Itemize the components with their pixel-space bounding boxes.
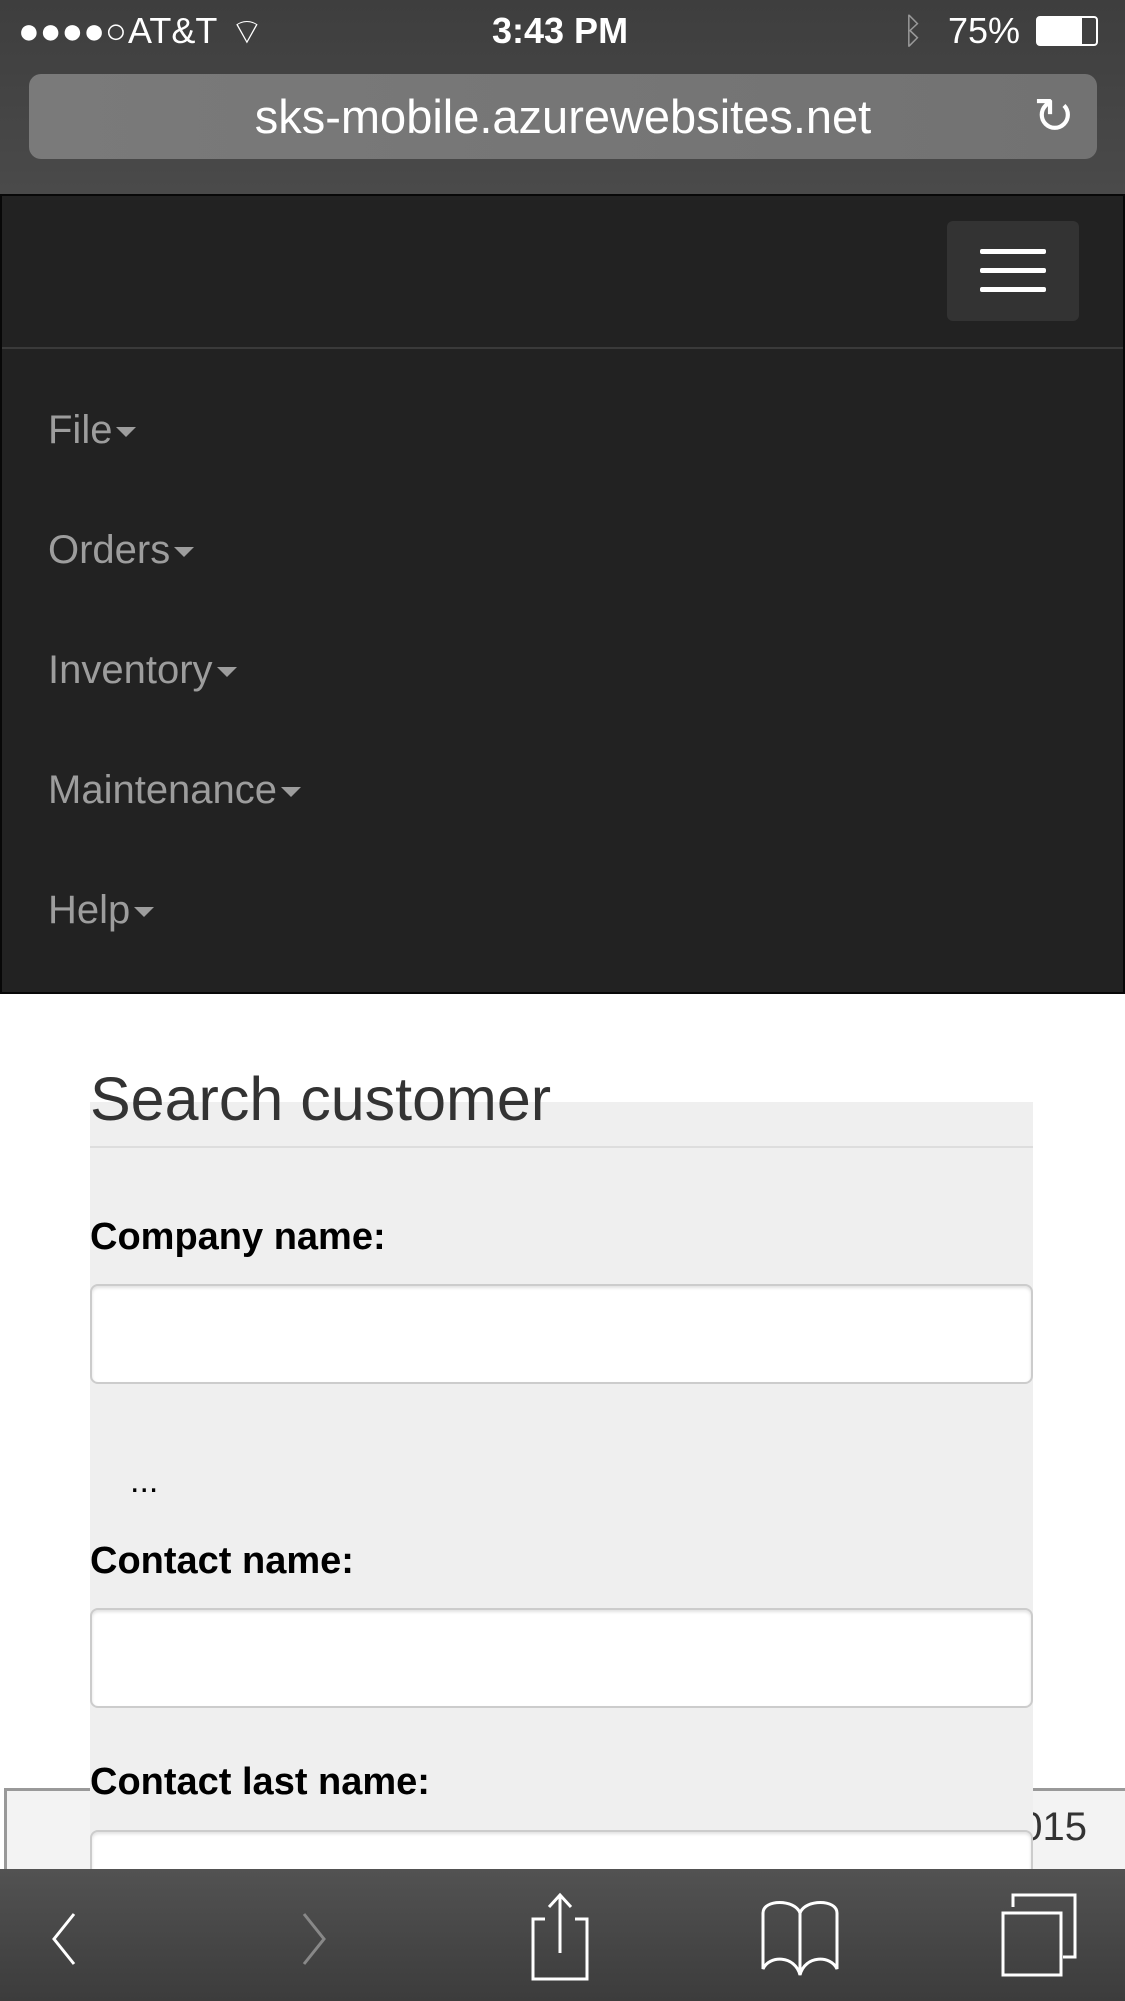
back-icon[interactable]	[40, 1909, 90, 1969]
address-bar[interactable]: sks-mobile.azurewebsites.net ↻	[29, 74, 1097, 159]
contact-name-label: Contact name:	[90, 1540, 354, 1582]
navbar-divider	[2, 347, 1123, 349]
menu-item-help[interactable]: Help	[48, 888, 155, 933]
caret-down-icon	[216, 667, 237, 678]
signal-icon: ●●●●○	[18, 10, 127, 51]
menu-item-orders[interactable]: Orders	[48, 528, 195, 573]
bookmarks-icon[interactable]	[755, 1899, 845, 1979]
share-icon[interactable]	[525, 1891, 595, 1981]
menu-label: Inventory	[48, 648, 213, 692]
title-divider	[90, 1146, 1033, 1148]
page-title: Search customer	[90, 1065, 552, 1133]
menu-item-inventory[interactable]: Inventory	[48, 648, 237, 693]
forward-icon[interactable]	[290, 1909, 340, 1969]
bluetooth-icon: ᛒ	[902, 10, 924, 51]
caret-down-icon	[281, 787, 302, 798]
browser-chrome: ●●●●○ AT&T ⌔ 3:43 PM ᛒ 75% sks-mobile.az…	[0, 0, 1125, 194]
contact-name-input[interactable]	[90, 1608, 1033, 1708]
menu-label: Maintenance	[48, 768, 278, 812]
menu-item-maintenance[interactable]: Maintenance	[48, 768, 302, 813]
menu-label: Orders	[48, 528, 171, 572]
contact-last-name-label: Contact last name:	[90, 1761, 430, 1803]
carrier: AT&T	[128, 10, 218, 51]
navbar: File Orders Inventory Maintenance Help	[0, 194, 1125, 994]
battery-icon	[1036, 16, 1098, 46]
caret-down-icon	[134, 907, 155, 918]
menu-label: File	[48, 408, 113, 452]
wifi-icon: ⌔	[230, 11, 264, 52]
company-name-input[interactable]	[90, 1284, 1033, 1384]
company-name-label: Company name:	[90, 1216, 386, 1258]
reload-icon[interactable]: ↻	[1033, 74, 1075, 159]
tabs-icon[interactable]	[995, 1893, 1081, 1979]
menu-item-file[interactable]: File	[48, 408, 137, 453]
menu-label: Help	[48, 888, 131, 932]
caret-down-icon	[174, 547, 195, 558]
url-text: sks-mobile.azurewebsites.net	[254, 90, 872, 143]
browser-toolbar	[0, 1869, 1125, 2001]
caret-down-icon	[116, 427, 137, 438]
hamburger-menu-button[interactable]	[947, 221, 1079, 321]
clock: 3:43 PM	[492, 10, 629, 51]
ellipsis-text: ...	[130, 1462, 159, 1500]
battery-percent: 75%	[948, 10, 1021, 51]
